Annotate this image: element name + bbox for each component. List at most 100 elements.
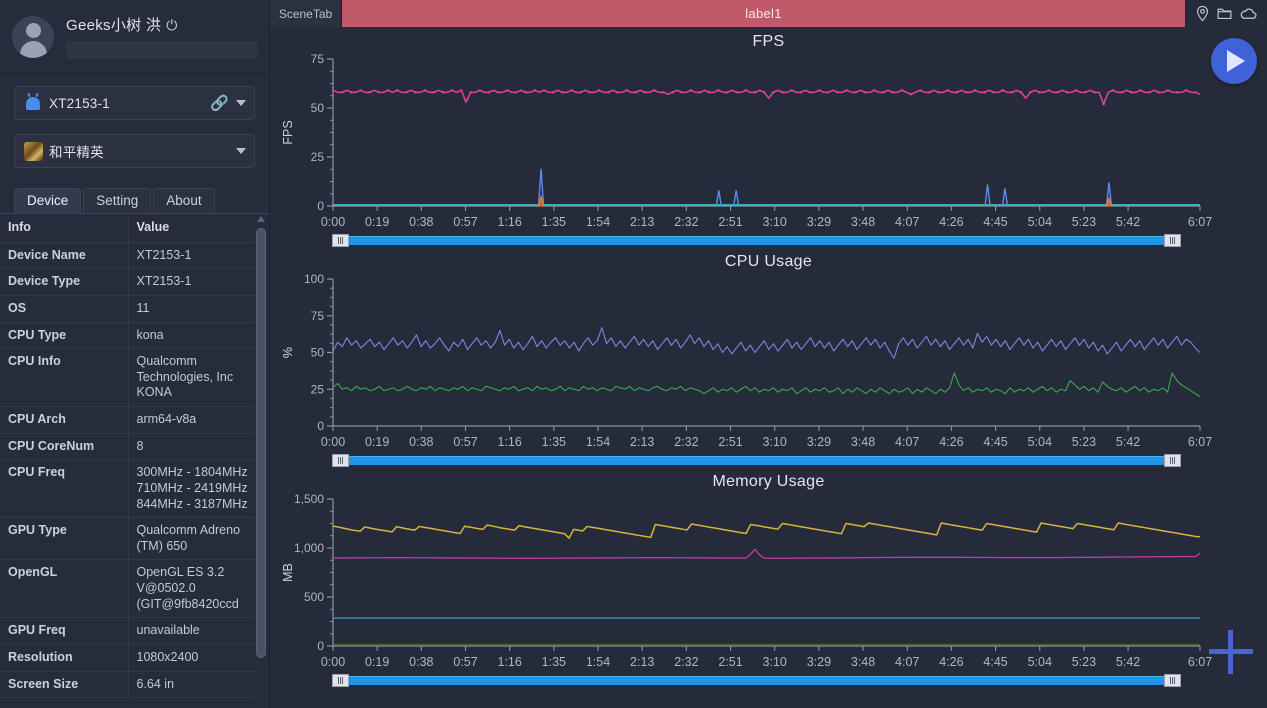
power-icon[interactable]: ⏻ — [166, 18, 177, 32]
svg-text:75: 75 — [311, 309, 325, 323]
svg-text:4:26: 4:26 — [939, 435, 963, 449]
info-value: 11 — [127, 295, 269, 322]
svg-text:500: 500 — [304, 590, 324, 604]
table-row: OpenGL OpenGL ES 3.2 V@0502.0 (GIT@9fb842… — [0, 559, 269, 618]
device-info-table-wrap: Info Value Device Name XT2153-1 Device Typ… — [0, 213, 269, 708]
app-select[interactable]: 和平精英 — [14, 134, 255, 168]
sidebar-tabs: Device Setting About — [0, 188, 269, 213]
svg-text:4:45: 4:45 — [983, 215, 1007, 229]
chart-memory-timeline[interactable] — [270, 674, 1267, 687]
avatar-head — [25, 22, 41, 38]
chart-fps-title: FPS — [752, 33, 785, 50]
svg-text:50: 50 — [311, 346, 325, 360]
timeline-track[interactable] — [332, 676, 1175, 685]
svg-text:5:04: 5:04 — [1028, 435, 1052, 449]
svg-text:2:32: 2:32 — [674, 655, 698, 669]
svg-text:75: 75 — [311, 52, 325, 66]
svg-text:0:00: 0:00 — [321, 215, 345, 229]
device-select[interactable]: XT2153-1 🔗 — [14, 86, 255, 120]
timeline-handle-left[interactable] — [332, 674, 349, 687]
tab-about[interactable]: About — [153, 188, 215, 213]
timeline-handle-left[interactable] — [332, 234, 349, 247]
info-key: Device Name — [8, 247, 86, 262]
timeline-track[interactable] — [332, 456, 1175, 465]
svg-text:4:26: 4:26 — [939, 655, 963, 669]
svg-text:4:07: 4:07 — [895, 655, 919, 669]
avatar[interactable] — [12, 15, 54, 58]
svg-text:0:38: 0:38 — [409, 215, 433, 229]
table-row: CPU Arch arm64-v8a — [0, 406, 269, 434]
info-value: 300MHz - 1804MHz 710MHz - 2419MHz 844MHz… — [127, 459, 269, 518]
cloud-icon[interactable] — [1239, 4, 1258, 23]
svg-text:0:57: 0:57 — [453, 655, 477, 669]
info-value: XT2153-1 — [127, 242, 269, 269]
svg-text:0:38: 0:38 — [409, 655, 433, 669]
svg-text:2:51: 2:51 — [718, 655, 742, 669]
info-value: 1080x2400 — [127, 644, 269, 671]
scrollbar-thumb[interactable] — [256, 228, 266, 658]
svg-text:4:26: 4:26 — [939, 215, 963, 229]
timeline-track[interactable] — [332, 236, 1175, 245]
svg-text:1,500: 1,500 — [294, 492, 324, 506]
link-icon[interactable]: 🔗 — [210, 96, 229, 111]
svg-text:2:13: 2:13 — [630, 215, 654, 229]
svg-text:6:07: 6:07 — [1188, 435, 1212, 449]
timeline-handle-right[interactable] — [1164, 454, 1181, 467]
svg-text:0:00: 0:00 — [321, 655, 345, 669]
label-tab[interactable]: label1 — [342, 0, 1185, 27]
table-row: OS 11 — [0, 295, 269, 322]
chart-fps-timeline[interactable] — [270, 234, 1267, 247]
tab-setting[interactable]: Setting — [83, 188, 152, 213]
svg-text:50: 50 — [311, 101, 325, 115]
svg-text:3:10: 3:10 — [763, 435, 787, 449]
chevron-down-icon[interactable] — [236, 148, 246, 154]
chart-cpu-timeline[interactable] — [270, 454, 1267, 467]
svg-text:5:23: 5:23 — [1072, 215, 1096, 229]
timeline-handle-left[interactable] — [332, 454, 349, 467]
svg-text:2:51: 2:51 — [718, 435, 742, 449]
info-value: 6.64 in — [127, 671, 269, 698]
info-value: kona — [127, 322, 269, 349]
svg-text:4:45: 4:45 — [983, 655, 1007, 669]
sidebar-scrollbar[interactable] — [255, 214, 267, 708]
svg-text:5:42: 5:42 — [1116, 435, 1140, 449]
table-row: GPU Freq unavailable — [0, 617, 269, 645]
info-key: Resolution — [8, 649, 73, 664]
svg-text:2:13: 2:13 — [630, 655, 654, 669]
app-select-value: 和平精英 — [49, 145, 104, 160]
info-value: 8 — [127, 433, 269, 460]
column-header-value: Value — [127, 214, 269, 243]
scene-tab[interactable]: SceneTab — [270, 0, 342, 27]
svg-text:25: 25 — [311, 382, 325, 396]
timeline-handle-right[interactable] — [1164, 234, 1181, 247]
svg-text:FPS: FPS — [281, 120, 295, 144]
chart-fps-plot[interactable]: 0 25 50 75 0:00 0:19 0:38 0:57 1:16 1:35 1:54 2:13 2… — [270, 51, 1267, 233]
info-value: Qualcomm Technologies, Inc KONA — [127, 348, 269, 407]
svg-text:3:48: 3:48 — [851, 655, 875, 669]
timeline-handle-right[interactable] — [1164, 674, 1181, 687]
svg-text:4:07: 4:07 — [895, 215, 919, 229]
avatar-body — [19, 40, 47, 58]
tab-device[interactable]: Device — [14, 188, 82, 213]
folder-icon[interactable] — [1216, 5, 1233, 22]
chevron-down-icon[interactable] — [236, 100, 246, 106]
svg-text:1:54: 1:54 — [586, 435, 610, 449]
scroll-up-arrow-icon[interactable] — [257, 216, 265, 222]
table-row: Device Name XT2153-1 — [0, 242, 269, 269]
chart-memory-plot[interactable]: 0 500 1,000 1,500 0:00 0:19 0:38 0:57 1:16 1:35 1:… — [270, 491, 1267, 673]
game-app-icon — [23, 141, 43, 161]
info-key: OpenGL — [8, 565, 58, 580]
svg-text:5:04: 5:04 — [1028, 215, 1052, 229]
table-row: Screen Size 6.64 in — [0, 671, 269, 698]
location-pin-icon[interactable] — [1194, 5, 1211, 22]
svg-text:1:16: 1:16 — [498, 215, 522, 229]
chart-cpu-plot[interactable]: 0 25 50 75 100 0:00 0:19 0:38 0:57 1:16 1:35 1:54 2:… — [270, 271, 1267, 453]
device-info-table: Info Value Device Name XT2153-1 Device Typ… — [0, 214, 269, 698]
svg-text:3:48: 3:48 — [851, 215, 875, 229]
selectors: XT2153-1 🔗 和平精英 — [0, 74, 269, 186]
svg-text:1:35: 1:35 — [542, 435, 566, 449]
info-value: unavailable — [127, 617, 269, 645]
info-key: CPU CoreNum — [8, 438, 95, 453]
svg-text:25: 25 — [311, 150, 325, 164]
info-key: Device Type — [8, 274, 81, 289]
